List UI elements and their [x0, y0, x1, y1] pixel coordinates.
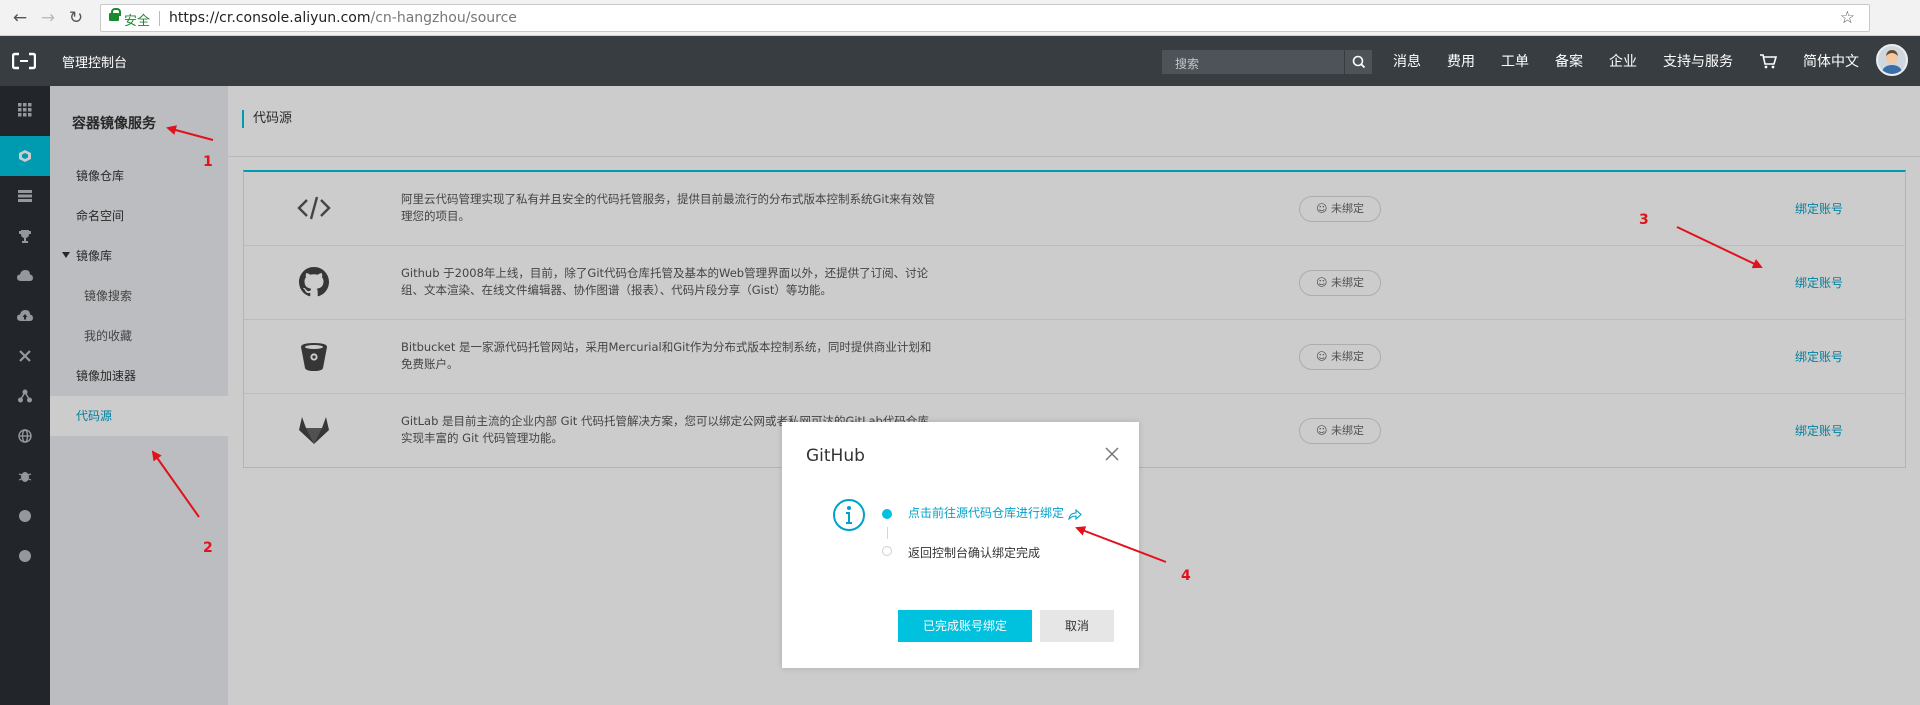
- language-selector[interactable]: 简体中文: [1790, 51, 1872, 71]
- annotation-number: 3: [1639, 212, 1649, 228]
- cart-icon[interactable]: [1758, 51, 1778, 71]
- secure-label: 安全: [124, 14, 151, 29]
- lock-icon: [109, 8, 121, 21]
- cancel-button[interactable]: 取消: [1040, 610, 1114, 642]
- search-input[interactable]: 搜索: [1162, 50, 1372, 74]
- confirm-bind-button[interactable]: 已完成账号绑定: [898, 610, 1032, 642]
- annotation-number: 4: [1181, 568, 1191, 584]
- url-text: https://cr.console.aliyun.com/cn-hangzho…: [169, 10, 517, 26]
- step-confirm-text: 返回控制台确认绑定完成: [908, 546, 1041, 560]
- nav-billing[interactable]: 费用: [1434, 51, 1488, 71]
- annotation-number: 2: [203, 540, 213, 556]
- close-icon[interactable]: [1104, 446, 1120, 462]
- browser-toolbar: ← → ↻ 安全 https://cr.console.aliyun.com/c…: [0, 0, 1920, 36]
- nav-icp[interactable]: 备案: [1542, 51, 1596, 71]
- forward-icon[interactable]: →: [38, 8, 58, 28]
- back-icon[interactable]: ←: [10, 8, 30, 28]
- console-title[interactable]: 管理控制台: [62, 52, 127, 71]
- nav-support[interactable]: 支持与服务: [1650, 51, 1746, 71]
- top-navigation: 管理控制台 搜索 消息 费用 工单 备案 企业 支持与服务 简体中文: [0, 36, 1920, 86]
- dialog-title: GitHub: [806, 446, 865, 466]
- nav-enterprise[interactable]: 企业: [1596, 51, 1650, 71]
- step-done-dot: [882, 509, 892, 519]
- aliyun-logo-icon[interactable]: [12, 51, 36, 71]
- address-bar[interactable]: 安全 https://cr.console.aliyun.com/cn-hang…: [100, 4, 1870, 32]
- step-pending-dot: [882, 546, 892, 556]
- goto-repo-link[interactable]: 点击前往源代码仓库进行绑定: [908, 504, 1082, 521]
- search-icon[interactable]: [1344, 50, 1372, 74]
- share-icon: [1068, 508, 1082, 520]
- reload-icon[interactable]: ↻: [66, 8, 86, 28]
- bookmark-star-icon[interactable]: ☆: [1840, 8, 1855, 28]
- github-bind-dialog: GitHub 点击前往源代码仓库进行绑定 返回控制台确认绑定完成 已完成账号绑定…: [782, 422, 1139, 668]
- nav-messages[interactable]: 消息: [1380, 51, 1434, 71]
- info-icon: [833, 499, 865, 531]
- nav-tickets[interactable]: 工单: [1488, 51, 1542, 71]
- avatar[interactable]: [1876, 44, 1908, 76]
- annotation-number: 1: [203, 154, 213, 170]
